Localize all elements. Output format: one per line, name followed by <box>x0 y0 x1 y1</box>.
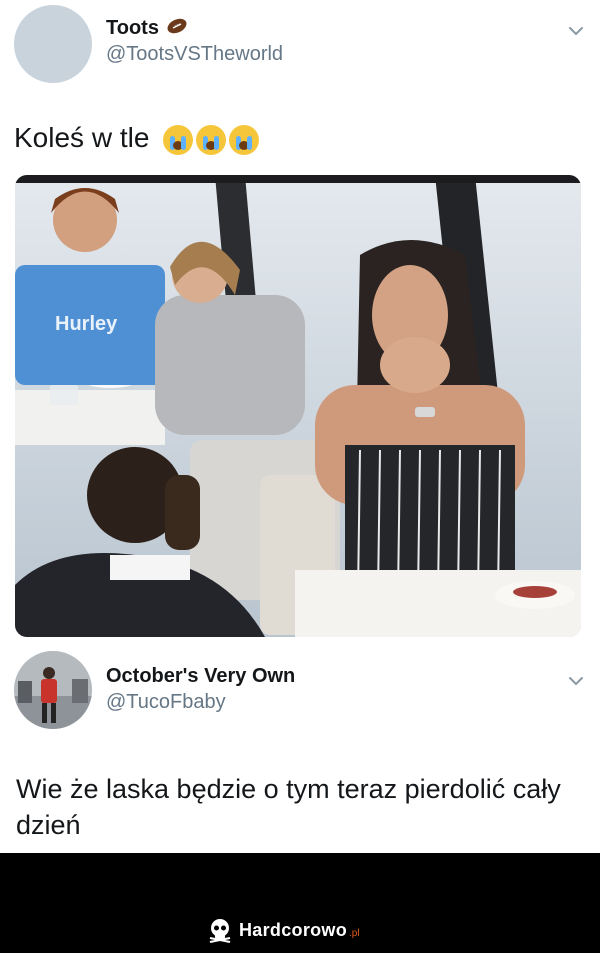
user-handle[interactable]: @TootsVSTheworld <box>106 43 283 66</box>
loudly-crying-face-icon <box>196 124 227 155</box>
user-name[interactable]: October's Very Own <box>106 665 295 688</box>
user-name[interactable]: Toots <box>106 16 189 40</box>
chevron-down-icon[interactable] <box>565 20 587 42</box>
tweet-2: October's Very Own @TucoFbaby Wie że las… <box>0 640 600 853</box>
loudly-crying-face-icon <box>163 124 194 155</box>
skull-icon <box>209 919 231 943</box>
tweet-text: Wie że laska będzie o tym teraz pierdoli… <box>16 774 561 840</box>
chevron-down-icon[interactable] <box>565 670 587 692</box>
user-handle[interactable]: @TucoFbaby <box>106 691 226 714</box>
football-icon <box>167 18 186 34</box>
tweet-text: Koleś w tle <box>14 120 260 156</box>
user-avatar[interactable] <box>14 5 92 83</box>
tweet-1: Toots @TootsVSTheworld Koleś w tle Hurle… <box>0 0 600 640</box>
user-avatar[interactable] <box>14 651 92 729</box>
tweet-photo[interactable]: Hurley <box>15 175 581 637</box>
brand-logo[interactable]: Hardcorowo .pl <box>207 915 360 945</box>
brand-tld: .pl <box>349 928 360 939</box>
shirt-print: Hurley <box>55 313 118 335</box>
brand-name: Hardcorowo <box>239 919 348 940</box>
watermark-footer: Hardcorowo .pl <box>0 853 600 953</box>
loudly-crying-face-icon <box>229 124 260 155</box>
